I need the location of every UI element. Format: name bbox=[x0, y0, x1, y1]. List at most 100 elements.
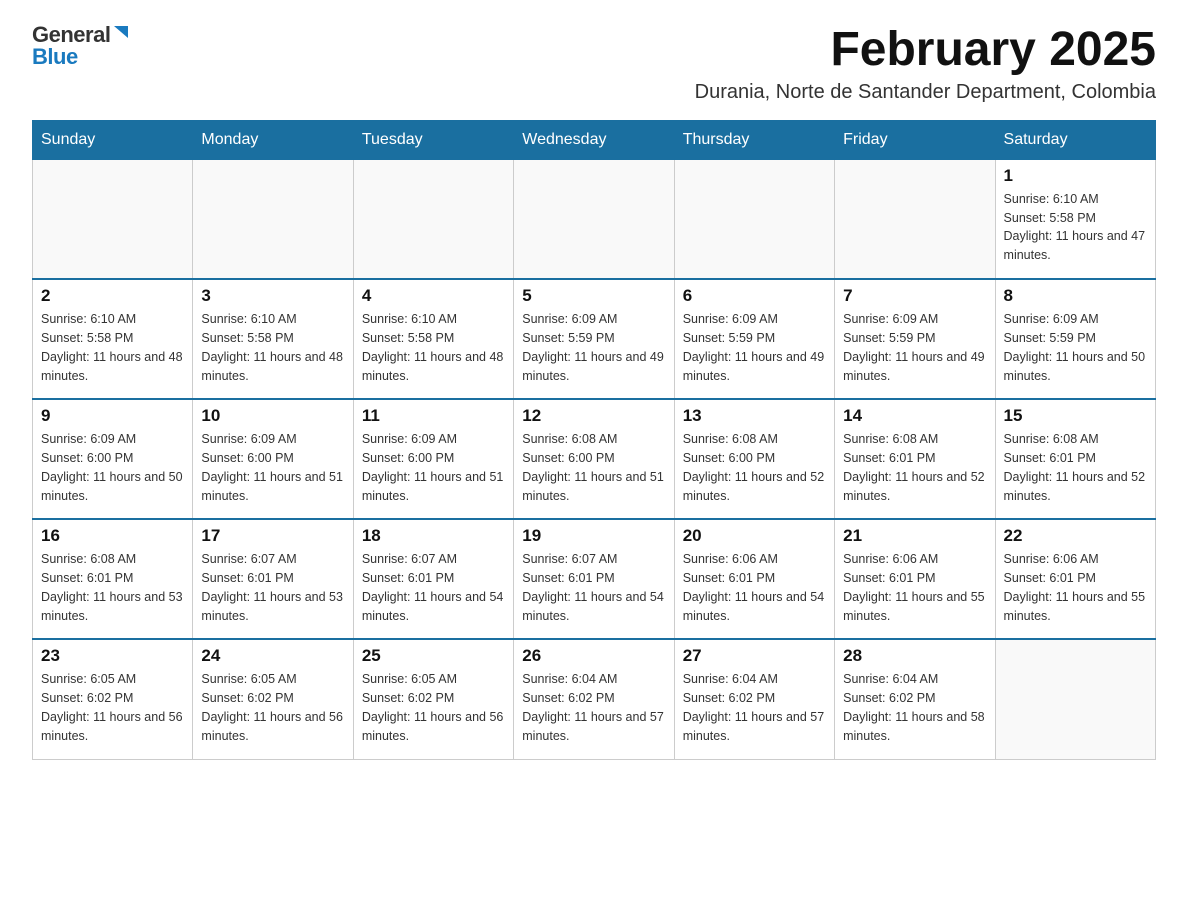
day-info: Sunrise: 6:06 AMSunset: 6:01 PMDaylight:… bbox=[843, 550, 986, 625]
logo-general-text: General bbox=[32, 24, 110, 46]
day-info: Sunrise: 6:04 AMSunset: 6:02 PMDaylight:… bbox=[522, 670, 665, 745]
logo-arrow-icon bbox=[112, 24, 130, 42]
day-number: 10 bbox=[201, 406, 344, 426]
weekday-header-row: SundayMondayTuesdayWednesdayThursdayFrid… bbox=[33, 120, 1156, 159]
calendar-cell: 2 Sunrise: 6:10 AMSunset: 5:58 PMDaylight… bbox=[33, 279, 193, 399]
day-info: Sunrise: 6:08 AMSunset: 6:01 PMDaylight:… bbox=[843, 430, 986, 505]
subtitle: Durania, Norte de Santander Department, … bbox=[695, 81, 1156, 104]
calendar-cell bbox=[353, 159, 513, 279]
day-number: 26 bbox=[522, 646, 665, 666]
day-number: 1 bbox=[1004, 166, 1147, 186]
day-info: Sunrise: 6:07 AMSunset: 6:01 PMDaylight:… bbox=[362, 550, 505, 625]
calendar-cell: 3 Sunrise: 6:10 AMSunset: 5:58 PMDaylight… bbox=[193, 279, 353, 399]
day-info: Sunrise: 6:05 AMSunset: 6:02 PMDaylight:… bbox=[41, 670, 184, 745]
title-block: February 2025 Durania, Norte de Santande… bbox=[695, 24, 1156, 104]
day-number: 21 bbox=[843, 526, 986, 546]
calendar-cell: 20 Sunrise: 6:06 AMSunset: 6:01 PMDayligh… bbox=[674, 519, 834, 639]
calendar-cell: 13 Sunrise: 6:08 AMSunset: 6:00 PMDayligh… bbox=[674, 399, 834, 519]
calendar-cell: 5 Sunrise: 6:09 AMSunset: 5:59 PMDaylight… bbox=[514, 279, 674, 399]
page-header: General Blue February 2025 Durania, Nort… bbox=[32, 24, 1156, 104]
calendar-cell: 4Sunrise: 6:10 AMSunset: 5:58 PMDaylight… bbox=[353, 279, 513, 399]
logo: General Blue bbox=[32, 24, 130, 68]
calendar-cell: 18 Sunrise: 6:07 AMSunset: 6:01 PMDayligh… bbox=[353, 519, 513, 639]
day-number: 7 bbox=[843, 286, 986, 306]
day-number: 5 bbox=[522, 286, 665, 306]
day-info: Sunrise: 6:05 AMSunset: 6:02 PMDaylight:… bbox=[201, 670, 344, 745]
weekday-header-wednesday: Wednesday bbox=[514, 120, 674, 159]
day-info: Sunrise: 6:08 AMSunset: 6:00 PMDaylight:… bbox=[683, 430, 826, 505]
weekday-header-sunday: Sunday bbox=[33, 120, 193, 159]
calendar-cell: 6Sunrise: 6:09 AMSunset: 5:59 PMDaylight… bbox=[674, 279, 834, 399]
day-number: 20 bbox=[683, 526, 826, 546]
day-number: 27 bbox=[683, 646, 826, 666]
calendar-cell: 22 Sunrise: 6:06 AMSunset: 6:01 PMDayligh… bbox=[995, 519, 1155, 639]
calendar-cell: 25Sunrise: 6:05 AMSunset: 6:02 PMDayligh… bbox=[353, 639, 513, 759]
day-info: Sunrise: 6:10 AMSunset: 5:58 PMDaylight:… bbox=[362, 310, 505, 385]
day-number: 11 bbox=[362, 406, 505, 426]
day-info: Sunrise: 6:08 AMSunset: 6:00 PMDaylight:… bbox=[522, 430, 665, 505]
calendar-cell: 28Sunrise: 6:04 AMSunset: 6:02 PMDayligh… bbox=[835, 639, 995, 759]
calendar-body: 1 Sunrise: 6:10 AMSunset: 5:58 PMDaylight… bbox=[33, 159, 1156, 759]
day-info: Sunrise: 6:09 AMSunset: 5:59 PMDaylight:… bbox=[683, 310, 826, 385]
day-number: 16 bbox=[41, 526, 184, 546]
calendar-cell bbox=[995, 639, 1155, 759]
calendar-cell: 9 Sunrise: 6:09 AMSunset: 6:00 PMDaylight… bbox=[33, 399, 193, 519]
day-info: Sunrise: 6:09 AMSunset: 5:59 PMDaylight:… bbox=[1004, 310, 1147, 385]
day-number: 3 bbox=[201, 286, 344, 306]
calendar-cell: 26 Sunrise: 6:04 AMSunset: 6:02 PMDayligh… bbox=[514, 639, 674, 759]
day-number: 19 bbox=[522, 526, 665, 546]
day-number: 17 bbox=[201, 526, 344, 546]
day-info: Sunrise: 6:10 AMSunset: 5:58 PMDaylight:… bbox=[41, 310, 184, 385]
calendar-cell: 7 Sunrise: 6:09 AMSunset: 5:59 PMDaylight… bbox=[835, 279, 995, 399]
day-number: 2 bbox=[41, 286, 184, 306]
calendar-cell: 27 Sunrise: 6:04 AMSunset: 6:02 PMDayligh… bbox=[674, 639, 834, 759]
weekday-header-saturday: Saturday bbox=[995, 120, 1155, 159]
day-info: Sunrise: 6:09 AMSunset: 5:59 PMDaylight:… bbox=[522, 310, 665, 385]
weekday-header-monday: Monday bbox=[193, 120, 353, 159]
calendar-week-2: 2 Sunrise: 6:10 AMSunset: 5:58 PMDaylight… bbox=[33, 279, 1156, 399]
calendar-header: SundayMondayTuesdayWednesdayThursdayFrid… bbox=[33, 120, 1156, 159]
day-info: Sunrise: 6:09 AMSunset: 6:00 PMDaylight:… bbox=[41, 430, 184, 505]
day-info: Sunrise: 6:08 AMSunset: 6:01 PMDaylight:… bbox=[1004, 430, 1147, 505]
calendar-week-3: 9 Sunrise: 6:09 AMSunset: 6:00 PMDaylight… bbox=[33, 399, 1156, 519]
day-info: Sunrise: 6:09 AMSunset: 5:59 PMDaylight:… bbox=[843, 310, 986, 385]
calendar-week-5: 23 Sunrise: 6:05 AMSunset: 6:02 PMDayligh… bbox=[33, 639, 1156, 759]
day-number: 24 bbox=[201, 646, 344, 666]
calendar-cell: 19 Sunrise: 6:07 AMSunset: 6:01 PMDayligh… bbox=[514, 519, 674, 639]
calendar-cell: 14 Sunrise: 6:08 AMSunset: 6:01 PMDayligh… bbox=[835, 399, 995, 519]
day-info: Sunrise: 6:04 AMSunset: 6:02 PMDaylight:… bbox=[683, 670, 826, 745]
calendar-cell: 17 Sunrise: 6:07 AMSunset: 6:01 PMDayligh… bbox=[193, 519, 353, 639]
day-info: Sunrise: 6:10 AMSunset: 5:58 PMDaylight:… bbox=[201, 310, 344, 385]
calendar-cell: 12Sunrise: 6:08 AMSunset: 6:00 PMDayligh… bbox=[514, 399, 674, 519]
day-info: Sunrise: 6:05 AMSunset: 6:02 PMDaylight:… bbox=[362, 670, 505, 745]
day-number: 9 bbox=[41, 406, 184, 426]
calendar-cell: 11 Sunrise: 6:09 AMSunset: 6:00 PMDayligh… bbox=[353, 399, 513, 519]
day-info: Sunrise: 6:09 AMSunset: 6:00 PMDaylight:… bbox=[201, 430, 344, 505]
calendar-cell: 24 Sunrise: 6:05 AMSunset: 6:02 PMDayligh… bbox=[193, 639, 353, 759]
day-info: Sunrise: 6:10 AMSunset: 5:58 PMDaylight:… bbox=[1004, 190, 1147, 265]
weekday-header-thursday: Thursday bbox=[674, 120, 834, 159]
day-info: Sunrise: 6:07 AMSunset: 6:01 PMDaylight:… bbox=[201, 550, 344, 625]
day-number: 13 bbox=[683, 406, 826, 426]
day-number: 14 bbox=[843, 406, 986, 426]
day-number: 8 bbox=[1004, 286, 1147, 306]
calendar-cell: 1 Sunrise: 6:10 AMSunset: 5:58 PMDaylight… bbox=[995, 159, 1155, 279]
month-title: February 2025 bbox=[695, 24, 1156, 77]
calendar-week-1: 1 Sunrise: 6:10 AMSunset: 5:58 PMDaylight… bbox=[33, 159, 1156, 279]
day-info: Sunrise: 6:07 AMSunset: 6:01 PMDaylight:… bbox=[522, 550, 665, 625]
day-info: Sunrise: 6:09 AMSunset: 6:00 PMDaylight:… bbox=[362, 430, 505, 505]
calendar-cell: 15Sunrise: 6:08 AMSunset: 6:01 PMDayligh… bbox=[995, 399, 1155, 519]
calendar-cell bbox=[514, 159, 674, 279]
calendar-cell: 21 Sunrise: 6:06 AMSunset: 6:01 PMDayligh… bbox=[835, 519, 995, 639]
day-number: 22 bbox=[1004, 526, 1147, 546]
day-number: 23 bbox=[41, 646, 184, 666]
day-info: Sunrise: 6:06 AMSunset: 6:01 PMDaylight:… bbox=[683, 550, 826, 625]
day-info: Sunrise: 6:06 AMSunset: 6:01 PMDaylight:… bbox=[1004, 550, 1147, 625]
calendar-table: SundayMondayTuesdayWednesdayThursdayFrid… bbox=[32, 120, 1156, 760]
weekday-header-friday: Friday bbox=[835, 120, 995, 159]
calendar-week-4: 16Sunrise: 6:08 AMSunset: 6:01 PMDayligh… bbox=[33, 519, 1156, 639]
calendar-cell: 10 Sunrise: 6:09 AMSunset: 6:00 PMDayligh… bbox=[193, 399, 353, 519]
calendar-cell bbox=[835, 159, 995, 279]
calendar-cell: 23 Sunrise: 6:05 AMSunset: 6:02 PMDayligh… bbox=[33, 639, 193, 759]
day-number: 18 bbox=[362, 526, 505, 546]
